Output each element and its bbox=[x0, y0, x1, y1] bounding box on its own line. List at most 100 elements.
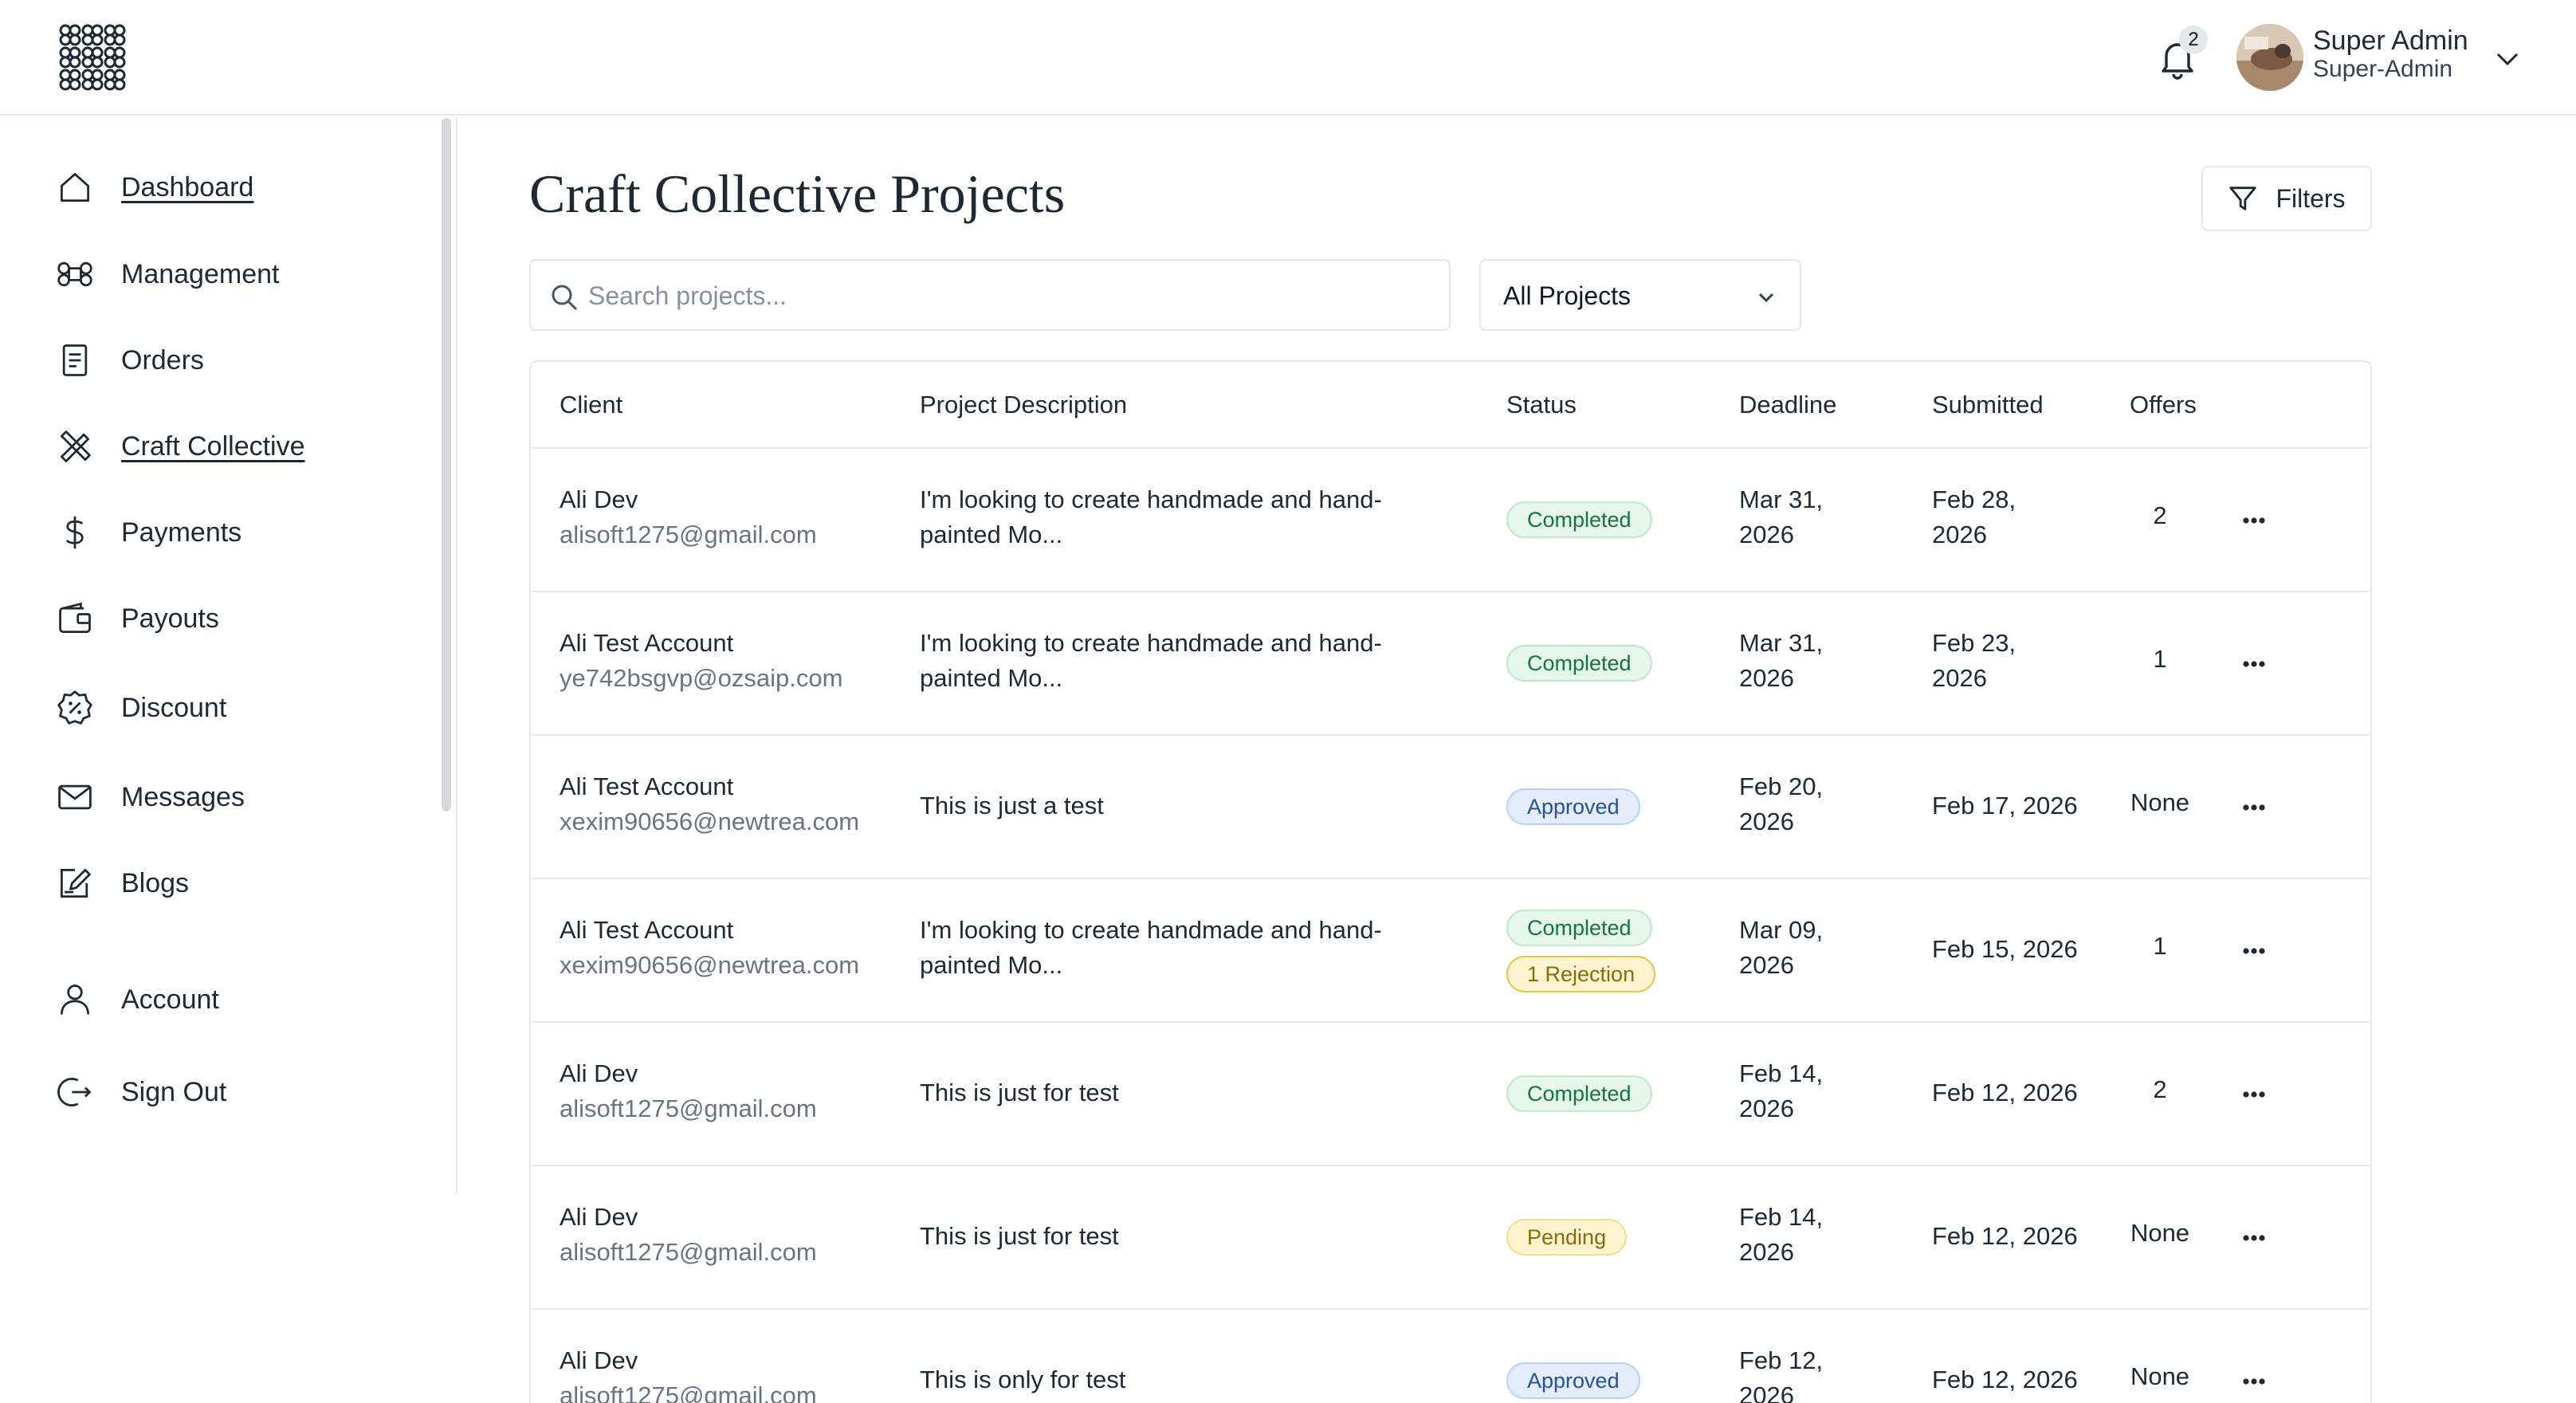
project-description: This is just for test bbox=[920, 1222, 1119, 1250]
more-options-icon[interactable] bbox=[2230, 1222, 2278, 1254]
table-row[interactable]: Ali Dev alisoft1275@gmail.com This is ju… bbox=[531, 1023, 2370, 1166]
sidebar-item-management[interactable]: Management bbox=[54, 252, 279, 297]
client-email: alisoft1275@gmail.com bbox=[560, 1094, 817, 1122]
top-bar: 2 Super Admin Super-Admin bbox=[0, 0, 2576, 116]
deadline-date: Mar 09, 2026 bbox=[1739, 916, 1824, 979]
client-email: xexim90656@newtrea.com bbox=[560, 808, 860, 835]
offers-count: 1 bbox=[2153, 645, 2167, 673]
user-name[interactable]: Super Admin bbox=[2313, 26, 2468, 57]
project-description: This is only for test bbox=[920, 1366, 1126, 1393]
column-header-submitted[interactable]: Submitted bbox=[1932, 391, 2044, 419]
search-box[interactable] bbox=[529, 259, 1451, 331]
offers-count: 1 bbox=[2153, 932, 2167, 960]
status-badge: Pending bbox=[1506, 1219, 1628, 1256]
client-name: Ali Test Account bbox=[560, 629, 734, 657]
sidebar-item-payouts[interactable]: Payouts bbox=[54, 596, 219, 641]
client-email: ye742bsgvp@ozsaip.com bbox=[560, 664, 843, 692]
project-description: I'm looking to create handmade and hand-… bbox=[920, 485, 1382, 548]
tools-icon bbox=[54, 426, 96, 467]
column-header-deadline[interactable]: Deadline bbox=[1739, 391, 1836, 419]
sidebar-item-dashboard[interactable]: Dashboard bbox=[54, 165, 253, 210]
chevron-down-icon[interactable] bbox=[2493, 45, 2522, 73]
table-row[interactable]: Ali Test Account xexim90656@newtrea.com … bbox=[531, 879, 2370, 1023]
sidebar-item-label: Sign Out bbox=[121, 1076, 227, 1107]
status-badge: Completed bbox=[1506, 1075, 1652, 1112]
sidebar-item-label: Management bbox=[121, 258, 280, 289]
client-email: alisoft1275@gmail.com bbox=[560, 1381, 817, 1403]
filters-button[interactable]: Filters bbox=[2201, 166, 2372, 231]
client-email: alisoft1275@gmail.com bbox=[560, 1238, 817, 1266]
project-description: I'm looking to create handmade and hand-… bbox=[920, 916, 1382, 979]
edit-icon bbox=[54, 863, 96, 904]
sidebar-item-label: Craft Collective bbox=[121, 430, 305, 462]
status-badge: Completed bbox=[1506, 910, 1652, 946]
sidebar-scrollbar[interactable] bbox=[442, 118, 451, 812]
sidebar-item-craft-collective[interactable]: Craft Collective bbox=[54, 424, 305, 469]
more-options-icon[interactable] bbox=[2230, 1079, 2278, 1110]
client-name: Ali Dev bbox=[560, 1346, 638, 1374]
sidebar-item-discount[interactable]: Discount bbox=[54, 686, 226, 730]
more-options-icon[interactable] bbox=[2230, 1366, 2278, 1397]
logo-icon[interactable] bbox=[57, 22, 128, 92]
more-options-icon[interactable] bbox=[2230, 505, 2278, 536]
avatar[interactable] bbox=[2236, 24, 2303, 91]
sidebar-item-label: Dashboard bbox=[121, 171, 254, 202]
rejection-badge: 1 Rejection bbox=[1506, 956, 1656, 992]
column-header-description[interactable]: Project Description bbox=[920, 391, 1127, 419]
deadline-date: Mar 31, 2026 bbox=[1739, 485, 1824, 548]
submitted-date: Feb 12, 2026 bbox=[1932, 1366, 2078, 1393]
table-row[interactable]: Ali Dev alisoft1275@gmail.com This is on… bbox=[531, 1310, 2370, 1403]
client-email: alisoft1275@gmail.com bbox=[560, 521, 817, 548]
filters-label: Filters bbox=[2276, 183, 2346, 213]
column-header-status[interactable]: Status bbox=[1506, 391, 1577, 419]
page-title: Craft Collective Projects bbox=[529, 163, 1066, 224]
project-description: This is just for test bbox=[920, 1079, 1119, 1106]
table-row[interactable]: Ali Dev alisoft1275@gmail.com This is ju… bbox=[531, 1166, 2370, 1310]
offers-count: None bbox=[2130, 1362, 2190, 1390]
offers-count: 2 bbox=[2153, 501, 2167, 529]
sidebar-item-sign-out[interactable]: Sign Out bbox=[54, 1070, 226, 1114]
sidebar-item-account[interactable]: Account bbox=[54, 977, 219, 1022]
sidebar-item-label: Orders bbox=[121, 344, 204, 375]
more-options-icon[interactable] bbox=[2230, 648, 2278, 680]
notification-count-badge: 2 bbox=[2179, 26, 2208, 54]
column-header-offers[interactable]: Offers bbox=[2130, 391, 2197, 419]
project-description: I'm looking to create handmade and hand-… bbox=[920, 629, 1382, 692]
table-row[interactable]: Ali Test Account xexim90656@newtrea.com … bbox=[531, 736, 2370, 879]
search-input[interactable] bbox=[588, 272, 1433, 320]
client-email: xexim90656@newtrea.com bbox=[560, 951, 860, 979]
status-badge: Approved bbox=[1506, 788, 1640, 825]
sign-out-icon bbox=[54, 1071, 96, 1113]
more-options-icon[interactable] bbox=[2230, 792, 2278, 823]
submitted-date: Feb 23, 2026 bbox=[1932, 629, 2016, 692]
offers-count: None bbox=[2130, 788, 2190, 816]
more-options-icon[interactable] bbox=[2230, 935, 2278, 967]
table-row[interactable]: Ali Test Account ye742bsgvp@ozsaip.com I… bbox=[531, 592, 2370, 736]
client-name: Ali Dev bbox=[560, 1059, 638, 1087]
status-badge: Completed bbox=[1506, 645, 1652, 682]
sidebar-item-label: Payouts bbox=[121, 603, 219, 634]
column-header-client[interactable]: Client bbox=[560, 391, 622, 419]
search-icon bbox=[552, 285, 578, 311]
deadline-date: Feb 20, 2026 bbox=[1739, 772, 1824, 835]
sidebar-item-messages[interactable]: Messages bbox=[54, 775, 245, 819]
sidebar-item-orders[interactable]: Orders bbox=[54, 338, 204, 383]
discount-badge-icon bbox=[54, 687, 96, 729]
chevron-down-icon bbox=[1758, 293, 1774, 303]
project-description: This is just a test bbox=[920, 792, 1104, 819]
project-filter-select[interactable]: All Projects bbox=[1479, 259, 1801, 331]
status-badge: Approved bbox=[1506, 1362, 1640, 1399]
dollar-icon bbox=[54, 512, 96, 553]
sidebar-item-label: Payments bbox=[121, 517, 242, 548]
deadline-date: Mar 31, 2026 bbox=[1739, 629, 1824, 692]
sidebar-item-blogs[interactable]: Blogs bbox=[54, 861, 189, 906]
wallet-icon bbox=[54, 598, 96, 639]
sidebar-item-payments[interactable]: Payments bbox=[54, 510, 242, 555]
command-icon bbox=[54, 253, 96, 295]
offers-count: 2 bbox=[2153, 1075, 2167, 1103]
filter-icon bbox=[2229, 187, 2257, 210]
table-row[interactable]: Ali Dev alisoft1275@gmail.com I'm lookin… bbox=[531, 449, 2370, 592]
select-value: All Projects bbox=[1503, 281, 1632, 310]
client-name: Ali Test Account bbox=[560, 772, 734, 800]
submitted-date: Feb 17, 2026 bbox=[1932, 792, 2078, 819]
